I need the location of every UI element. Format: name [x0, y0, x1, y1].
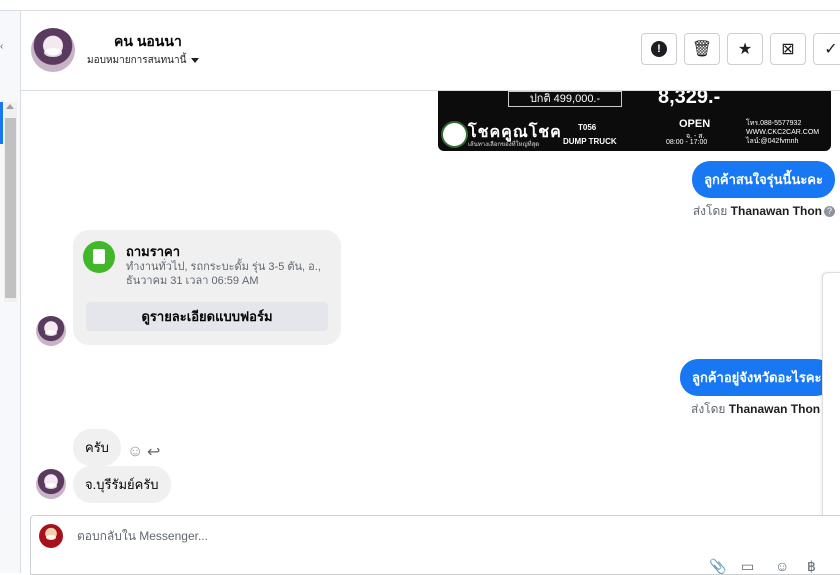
outgoing-message[interactable]: ลูกค้าสนใจรุ่นนี้นะคะ [692, 161, 835, 198]
checkmark-icon: ✓ [824, 41, 838, 58]
ad-contact: โทร.088-5577932 WWW.CKC2CAR.COM ไลน์:@04… [746, 119, 819, 146]
form-description: ทำงานทั่วไป, รถกระบะดั้ม รุ่น 3-5 ตัน, อ… [126, 261, 321, 287]
spam-report-button[interactable]: ! [641, 33, 677, 65]
exclamation-icon: ! [651, 41, 667, 57]
reply-composer: 📎 ▭ ☺ ฿ [30, 515, 840, 575]
outgoing-message[interactable]: ลูกค้าอยู่จังหวัดอะไรคะ [680, 359, 834, 396]
help-icon[interactable]: ? [824, 206, 835, 218]
caret-down-icon [191, 57, 200, 63]
selected-indicator [0, 102, 3, 144]
sent-by-label: ส่งโดย Thanawan Thon [691, 400, 820, 419]
lead-form-card: ถามราคา ทำงานทั่วไป, รถกระบะดั้ม รุ่น 3-… [73, 230, 341, 345]
chevron-left-icon[interactable]: ‹ [0, 41, 3, 52]
star-icon: ★ [737, 41, 753, 58]
ad-logo [441, 121, 468, 148]
form-document-icon [83, 241, 115, 273]
scrollbar[interactable] [4, 102, 17, 302]
view-form-details-button[interactable]: ดูรายละเอียดแบบฟอร์ม [86, 302, 328, 331]
attachment-icon[interactable]: 📎 [709, 558, 726, 575]
message-input[interactable] [75, 528, 679, 544]
ad-brand-sub: เส้นทางเลือกของที่ใหญ่ที่สุด [468, 142, 540, 148]
sent-by-prefix: ส่งโดย [691, 402, 726, 416]
saved-replies-icon[interactable]: ▭ [741, 558, 754, 575]
page-avatar [39, 524, 63, 548]
ad-regular-price: ปกติ 499,000.- [508, 91, 622, 107]
ad-hours: 08:00 - 17:00 [666, 139, 708, 146]
sender-name[interactable]: Thanawan Thon [731, 204, 822, 218]
assign-label: มอบหมายการสนทนานี้ [87, 55, 187, 66]
done-button[interactable]: ✓ [813, 33, 840, 65]
top-bar [0, 0, 840, 11]
ad-image[interactable]: ปกติ 499,000.- 8,329.- โชคคูณโชค เส้นทาง… [438, 91, 831, 151]
archive-button[interactable]: ⊠ [770, 33, 806, 65]
scroll-up-arrow-icon[interactable] [6, 104, 14, 109]
ad-model: DUMP TRUCK [563, 137, 617, 146]
reply-arrow-icon[interactable]: ↩ [147, 442, 160, 462]
message-thread[interactable]: ปกติ 499,000.- 8,329.- โชคคูณโชค เส้นทาง… [21, 91, 840, 515]
archive-icon: ⊠ [781, 41, 795, 58]
conversation-header: คน นอนนา มอบหมายการสนทนานี้ ! 🗑 ★ ⊠ ✓ [21, 11, 840, 91]
incoming-message[interactable]: ครับ [73, 429, 121, 466]
form-title: ถามราคา [126, 244, 181, 259]
ad-code: T056 [578, 123, 597, 132]
emoji-icon[interactable]: ☺ [775, 558, 789, 574]
ad-open: OPEN [679, 118, 711, 130]
ad-sale-price: 8,329.- [658, 91, 721, 108]
sent-by-label: ส่งโดย Thanawan Thon? [693, 202, 835, 221]
payment-icon[interactable]: ฿ [807, 558, 816, 575]
contact-avatar-small[interactable] [36, 469, 66, 499]
contact-avatar-small[interactable] [36, 316, 66, 346]
sent-by-prefix: ส่งโดย [692, 204, 728, 218]
delete-button[interactable]: 🗑 [684, 33, 720, 65]
scrollbar-thumb[interactable] [5, 118, 16, 298]
trash-icon: 🗑 [691, 41, 713, 58]
smiley-react-icon[interactable]: ☺ [127, 443, 143, 461]
assign-conversation-dropdown[interactable]: มอบหมายการสนทนานี้ [87, 53, 200, 68]
contact-avatar[interactable] [31, 28, 75, 72]
contact-name[interactable]: คน นอนนา [114, 31, 182, 53]
incoming-message[interactable]: จ.บุรีรัมย์ครับ [73, 466, 171, 503]
sender-name[interactable]: Thanawan Thon [729, 402, 820, 416]
ad-line: ไลน์:@042fvmnh [746, 138, 799, 145]
star-button[interactable]: ★ [727, 33, 763, 65]
ad-website: WWW.CKC2CAR.COM [746, 129, 820, 136]
ad-phone: โทร.088-5577932 [746, 120, 802, 127]
